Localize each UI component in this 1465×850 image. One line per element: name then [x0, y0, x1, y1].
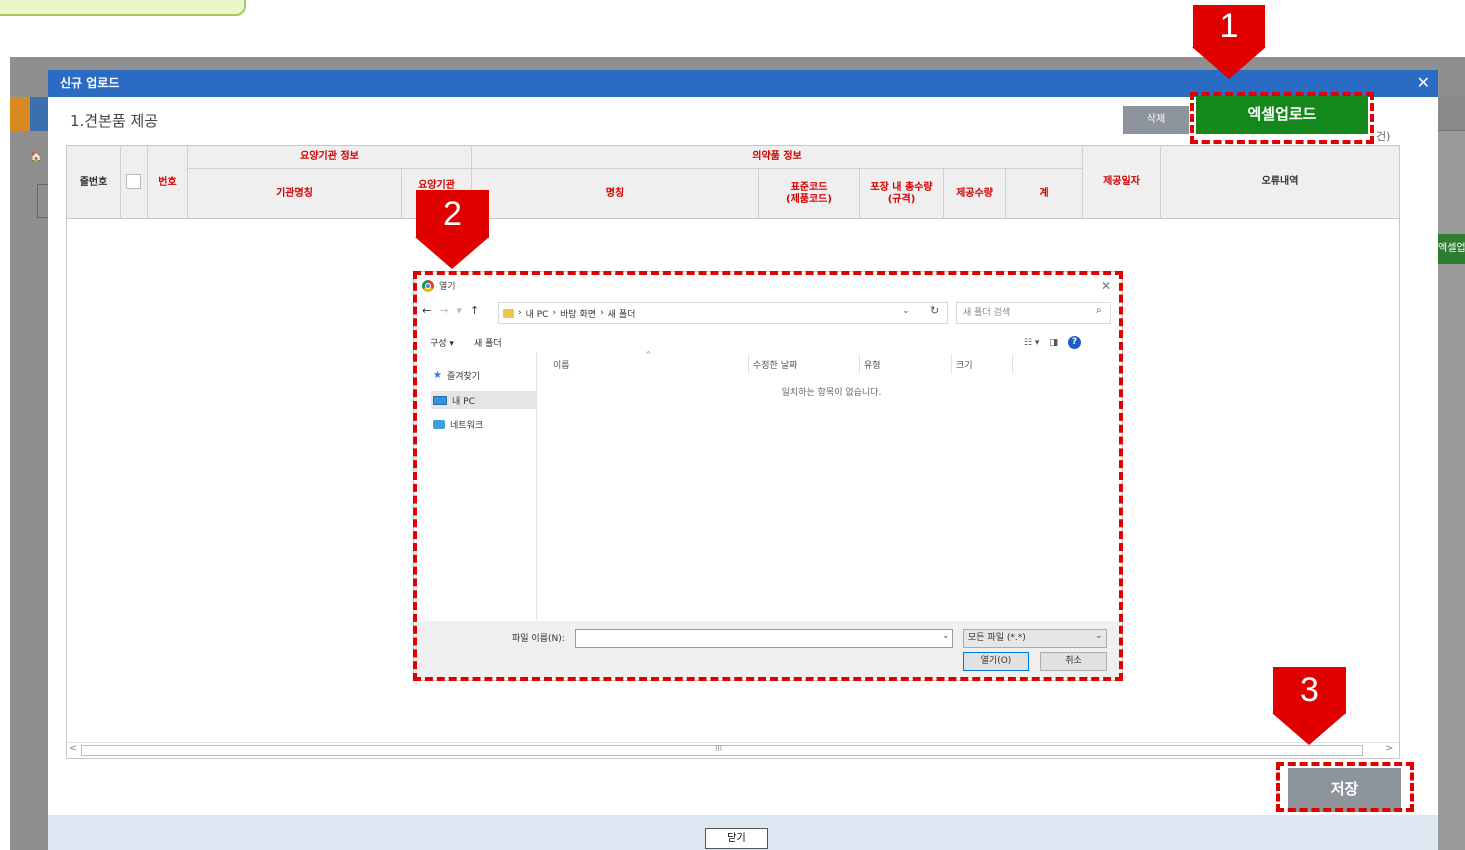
pc-icon — [433, 395, 447, 405]
chevron-down-icon[interactable]: ⌄ — [902, 306, 910, 316]
column-size[interactable]: 크기 — [956, 358, 973, 371]
background-excel-button: 엑셀업 — [1438, 234, 1465, 264]
help-icon[interactable]: ? — [1067, 336, 1081, 349]
header-standard-code-line2: (제품코드) — [786, 193, 832, 205]
sidebar-item-network[interactable]: 네트워크 — [433, 415, 483, 433]
modal-footer: 닫기 — [48, 815, 1438, 850]
background-right-panel — [1438, 97, 1465, 850]
close-button[interactable]: 닫기 — [705, 828, 768, 849]
count-note: 건) — [1376, 130, 1391, 143]
organize-menu[interactable]: 구성 ▾ — [430, 336, 454, 349]
select-all-checkbox[interactable] — [126, 174, 141, 189]
save-highlight — [1276, 762, 1414, 812]
header-pack-quantity-line2: (규격) — [887, 193, 916, 205]
home-icon: 🏠 — [30, 152, 43, 163]
header-pack-quantity: 포장 내 총수량 (규격) — [860, 168, 944, 219]
sort-caret-icon: ^ — [645, 350, 652, 359]
callout-arrow — [1272, 713, 1346, 745]
chevron-down-icon[interactable]: ⌄ — [942, 631, 950, 641]
header-provided-date: 제공일자 — [1083, 146, 1161, 219]
column-type[interactable]: 유형 — [864, 358, 881, 371]
folder-icon — [503, 308, 514, 318]
close-icon[interactable]: ✕ — [1417, 73, 1430, 93]
header-error-log: 오류내역 — [1261, 176, 1299, 187]
header-institution-group: 요양기관 정보 — [188, 146, 472, 168]
background-left-tab — [30, 97, 48, 131]
header-drug-name: 명칭 — [472, 168, 759, 219]
path-segment[interactable]: 새 폴더 — [608, 307, 636, 320]
new-folder-button[interactable]: 새 폴더 — [474, 336, 502, 349]
sidebar-item-label: 즐겨찾기 — [446, 371, 481, 382]
dialog-toolbar: 구성 ▾ 새 폴더 — [430, 336, 502, 349]
empty-folder-message: 일치하는 항목이 없습니다. — [781, 388, 882, 398]
header-institution-name: 기관명칭 — [188, 168, 402, 219]
delete-button[interactable]: 삭제 — [1123, 106, 1189, 134]
background-left-accent — [10, 97, 30, 131]
filetype-select[interactable]: 모든 파일 (*.*) — [963, 629, 1107, 648]
address-bar[interactable]: › 내 PC › 바탕 화면 › 새 폴더 — [498, 302, 948, 324]
forward-icon[interactable]: → — [439, 304, 448, 317]
star-icon: ★ — [433, 369, 442, 381]
column-name[interactable]: 이름 — [553, 358, 570, 371]
refresh-icon[interactable]: ↻ — [930, 304, 939, 317]
callout-number: 1 — [1193, 5, 1265, 48]
background-right-tab — [1438, 97, 1465, 131]
excel-upload-highlight — [1190, 92, 1374, 144]
preview-pane-icon[interactable]: ◨ — [1049, 338, 1058, 348]
callout-number: 2 — [416, 190, 489, 238]
header-standard-code-line1: 표준코드 — [790, 181, 828, 193]
header-number: 번호 — [148, 146, 188, 219]
callout-arrow — [415, 237, 489, 269]
dialog-bottom-bar: 파일 이름(N): ⌄ 모든 파일 (*.*) ⌄ 열기(O) 취소 — [415, 621, 1121, 678]
up-icon[interactable]: ↑ — [470, 304, 479, 317]
dialog-title: 열기 — [422, 279, 456, 292]
folder-search-input[interactable]: 새 폴더 검색 — [956, 302, 1111, 324]
sidebar-item-favorites[interactable]: ★ 즐겨찾기 — [433, 366, 480, 384]
file-open-dialog: 열기 ✕ ← → ▾ ↑ › 내 PC › 바탕 화면 › 새 폴더 ⌄ ↻ 새… — [413, 271, 1123, 681]
scrollbar-grip[interactable]: III — [715, 744, 722, 753]
header-provided-quantity: 제공수량 — [944, 168, 1006, 219]
cancel-button[interactable]: 취소 — [1040, 652, 1107, 671]
view-controls: ☷ ▾ ◨ ? — [1024, 336, 1081, 349]
back-icon[interactable]: ← — [422, 304, 431, 317]
dialog-title-text: 열기 — [439, 282, 456, 292]
chrome-icon — [422, 279, 434, 292]
search-icon: ⌕ — [1096, 305, 1102, 316]
network-icon — [433, 419, 445, 429]
header-total: 계 — [1006, 168, 1083, 219]
recent-dropdown-icon[interactable]: ▾ — [456, 304, 462, 317]
header-standard-code: 표준코드 (제품코드) — [759, 168, 860, 219]
sidebar-item-label: 네트워크 — [450, 420, 484, 431]
grid-header: 요양기관 정보 의약품 정보 줄번호 번호 기관명칭 요양기관 명칭 표준코드 … — [67, 146, 1399, 219]
open-button[interactable]: 열기(O) — [963, 652, 1029, 671]
header-drug-group: 의약품 정보 — [472, 146, 1083, 168]
dialog-close-icon[interactable]: ✕ — [1101, 279, 1111, 293]
callout-arrow — [1192, 47, 1266, 79]
path-sep-icon: › — [518, 308, 522, 318]
scroll-right-icon[interactable]: > — [1385, 743, 1393, 754]
path-sep-icon: › — [552, 308, 557, 318]
nav-pane: ★ 즐겨찾기 내 PC 네트워크 — [419, 352, 537, 620]
tooltip-remnant — [0, 0, 246, 16]
path-sep-icon: › — [600, 308, 604, 318]
chevron-down-icon[interactable]: ⌄ — [1095, 631, 1103, 641]
sidebar-item-label: 내 PC — [452, 396, 475, 407]
header-row-no: 줄번호 — [67, 146, 121, 219]
scroll-left-icon[interactable]: < — [69, 743, 77, 754]
callout-number: 3 — [1273, 667, 1346, 714]
path-segment[interactable]: 바탕 화면 — [560, 307, 596, 320]
column-modified[interactable]: 수정한 날짜 — [753, 358, 797, 371]
header-pack-quantity-line1: 포장 내 총수량 — [870, 181, 933, 193]
filename-label: 파일 이름(N): — [512, 634, 565, 644]
nav-buttons: ← → ▾ ↑ — [422, 304, 479, 317]
grid-horizontal-scrollbar[interactable]: < III > — [67, 742, 1399, 758]
section-title: 1.견본품 제공 — [70, 112, 159, 130]
path-segment[interactable]: 내 PC — [526, 307, 549, 320]
view-options-icon[interactable]: ☷ ▾ — [1024, 338, 1039, 348]
filename-input[interactable] — [575, 629, 953, 648]
sidebar-item-this-pc[interactable]: 내 PC — [431, 391, 537, 409]
